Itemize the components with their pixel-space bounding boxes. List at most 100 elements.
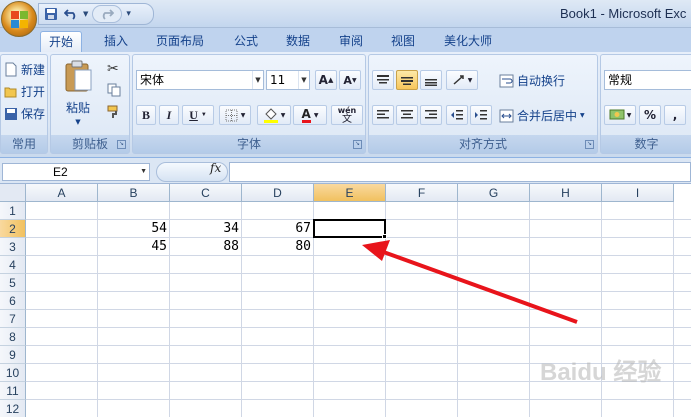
redo-icon[interactable] bbox=[92, 5, 123, 23]
row-header-4[interactable]: 4 bbox=[0, 256, 26, 274]
tab-beautify-master[interactable]: 美化大师 bbox=[436, 31, 500, 52]
tab-page-layout[interactable]: 页面布局 bbox=[148, 31, 212, 52]
paste-button[interactable]: 粘贴 ▼ bbox=[63, 59, 93, 126]
comma-button[interactable]: , bbox=[664, 105, 686, 125]
font-name-dropdown-icon[interactable]: ▼ bbox=[252, 71, 263, 89]
decrease-indent-button[interactable] bbox=[446, 105, 468, 125]
bold-button[interactable]: B bbox=[136, 105, 156, 125]
align-left-button[interactable] bbox=[372, 105, 394, 125]
column-header-i[interactable]: I bbox=[602, 184, 674, 202]
currency-button[interactable]: ▼ bbox=[604, 105, 636, 125]
row-header-11[interactable]: 11 bbox=[0, 382, 26, 400]
column-header-d[interactable]: D bbox=[242, 184, 314, 202]
column-header-c[interactable]: C bbox=[170, 184, 242, 202]
formula-input[interactable] bbox=[229, 162, 691, 182]
row-header-8[interactable]: 8 bbox=[0, 328, 26, 346]
font-size-combo[interactable]: 11 ▼ bbox=[266, 70, 310, 90]
align-top-button[interactable] bbox=[372, 70, 394, 90]
undo-dropdown-icon[interactable]: ▼ bbox=[83, 5, 88, 23]
name-box-value: E2 bbox=[53, 165, 68, 179]
tab-review[interactable]: 审阅 bbox=[331, 31, 371, 52]
cell-d2[interactable]: 67 bbox=[242, 220, 314, 238]
grow-font-button[interactable]: A ▲ bbox=[315, 70, 337, 90]
fill-color-dropdown-icon[interactable]: ▼ bbox=[281, 112, 286, 119]
column-header-g[interactable]: G bbox=[458, 184, 530, 202]
tab-insert[interactable]: 插入 bbox=[96, 31, 136, 52]
save-icon[interactable] bbox=[43, 5, 59, 23]
format-painter-icon[interactable] bbox=[107, 105, 121, 119]
cell-c3[interactable]: 88 bbox=[170, 238, 242, 256]
align-center-button[interactable] bbox=[396, 105, 418, 125]
tab-home[interactable]: 开始 bbox=[40, 31, 83, 52]
row-header-1[interactable]: 1 bbox=[0, 202, 26, 220]
merge-center-button[interactable]: 合并后居中 ▼ bbox=[499, 107, 585, 124]
phonetic-button[interactable]: wén 文 bbox=[331, 105, 363, 125]
fill-color-button[interactable]: ▼ bbox=[257, 105, 291, 125]
customize-qat-icon[interactable]: ▾ bbox=[126, 5, 131, 23]
font-size-dropdown-icon[interactable]: ▼ bbox=[298, 71, 309, 89]
currency-dropdown-icon[interactable]: ▼ bbox=[627, 112, 632, 119]
save-button[interactable]: 保存 bbox=[4, 105, 45, 122]
font-color-dropdown-icon[interactable]: ▼ bbox=[314, 112, 319, 119]
new-button[interactable]: 新建 bbox=[4, 61, 45, 78]
increase-indent-button[interactable] bbox=[470, 105, 492, 125]
name-box-dropdown-icon[interactable]: ▼ bbox=[140, 164, 147, 180]
increase-indent-icon bbox=[475, 110, 487, 120]
cell-b2[interactable]: 54 bbox=[98, 220, 170, 238]
font-launcher-icon[interactable]: ↘ bbox=[353, 140, 362, 149]
borders-button[interactable]: ▼ bbox=[219, 105, 251, 125]
column-header-f[interactable]: F bbox=[386, 184, 458, 202]
undo-icon[interactable] bbox=[63, 5, 79, 23]
row-header-6[interactable]: 6 bbox=[0, 292, 26, 310]
open-label: 打开 bbox=[21, 85, 46, 99]
paste-dropdown-icon[interactable]: ▼ bbox=[75, 118, 80, 126]
percent-button[interactable]: % bbox=[639, 105, 661, 125]
number-format-combo[interactable]: 常规 bbox=[604, 70, 691, 90]
open-button[interactable]: 打开 bbox=[4, 83, 45, 100]
row-header-5[interactable]: 5 bbox=[0, 274, 26, 292]
underline-button[interactable]: U ▼ bbox=[182, 105, 214, 125]
row-header-9[interactable]: 9 bbox=[0, 346, 26, 364]
cell-d3[interactable]: 80 bbox=[242, 238, 314, 256]
fill-handle[interactable] bbox=[382, 234, 387, 239]
borders-dropdown-icon[interactable]: ▼ bbox=[241, 112, 246, 119]
worksheet-grid[interactable]: ABCDEFGHI 1 2 3 4 5 6 7 8 9 10 11 12 54 34 67 45 88 80 B… bbox=[0, 184, 691, 417]
office-button[interactable] bbox=[1, 1, 37, 37]
cell-c2[interactable]: 34 bbox=[170, 220, 242, 238]
align-middle-button[interactable] bbox=[396, 70, 418, 90]
insert-function-icon[interactable]: fx bbox=[210, 161, 221, 175]
select-all-corner[interactable] bbox=[0, 184, 26, 202]
column-header-a[interactable]: A bbox=[26, 184, 98, 202]
align-bottom-button[interactable] bbox=[420, 70, 442, 90]
row-header-10[interactable]: 10 bbox=[0, 364, 26, 382]
row-header-3[interactable]: 3 bbox=[0, 238, 26, 256]
column-header-e[interactable]: E bbox=[314, 184, 386, 202]
cut-icon[interactable]: ✂ bbox=[107, 61, 119, 77]
wrap-text-button[interactable]: 自动换行 bbox=[499, 72, 565, 89]
column-header-h[interactable]: H bbox=[530, 184, 602, 202]
underline-dropdown-icon[interactable]: ▼ bbox=[201, 112, 207, 118]
cell-b3[interactable]: 45 bbox=[98, 238, 170, 256]
tab-formulas[interactable]: 公式 bbox=[226, 31, 266, 52]
shrink-font-button[interactable]: A ▼ bbox=[339, 70, 361, 90]
copy-icon[interactable] bbox=[107, 83, 121, 97]
align-right-button[interactable] bbox=[420, 105, 442, 125]
row-header-7[interactable]: 7 bbox=[0, 310, 26, 328]
tab-view[interactable]: 视图 bbox=[383, 31, 423, 52]
italic-button[interactable]: I bbox=[159, 105, 179, 125]
row-header-12[interactable]: 12 bbox=[0, 400, 26, 417]
tab-data[interactable]: 数据 bbox=[278, 31, 318, 52]
row-header-2[interactable]: 2 bbox=[0, 220, 26, 238]
merge-center-dropdown-icon[interactable]: ▼ bbox=[580, 112, 585, 119]
alignment-launcher-icon[interactable]: ↘ bbox=[585, 140, 594, 149]
font-name-combo[interactable]: 宋体 ▼ bbox=[136, 70, 264, 90]
wrap-text-label: 自动换行 bbox=[517, 74, 566, 88]
align-bottom-icon bbox=[425, 79, 437, 86]
name-box[interactable]: E2 ▼ bbox=[2, 163, 150, 181]
clipboard-launcher-icon[interactable]: ↘ bbox=[117, 140, 126, 149]
font-color-button[interactable]: A ▼ bbox=[293, 105, 327, 125]
column-header-b[interactable]: B bbox=[98, 184, 170, 202]
active-cell-border[interactable] bbox=[313, 219, 386, 238]
orientation-dropdown-icon[interactable]: ▼ bbox=[468, 77, 473, 84]
orientation-button[interactable]: ▼ bbox=[446, 70, 478, 90]
